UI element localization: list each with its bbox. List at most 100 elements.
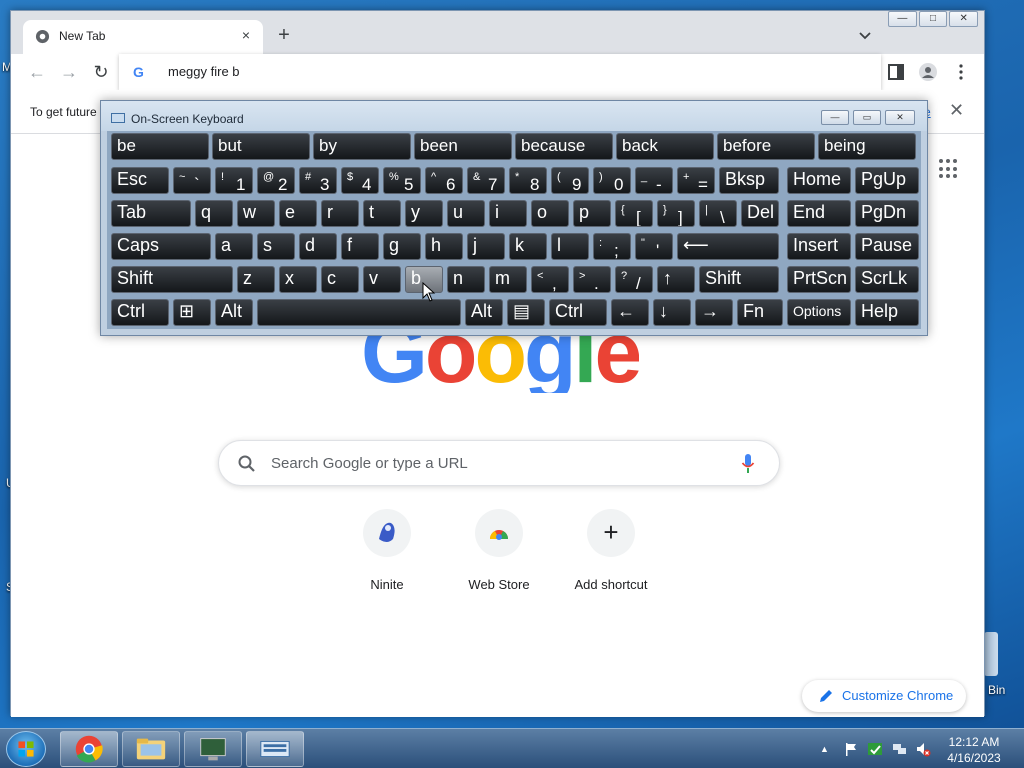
recycle-bin-icon[interactable] — [984, 632, 998, 676]
key-q[interactable]: q — [195, 200, 233, 227]
key-o[interactable]: o — [531, 200, 569, 227]
back-arrow-icon[interactable]: ← — [25, 61, 49, 83]
word-prediction-key[interactable]: but — [212, 133, 310, 160]
osk-titlebar[interactable]: On-Screen Keyboard — ▭ ✕ — [101, 101, 927, 131]
key-7[interactable]: & 7 — [467, 167, 505, 194]
key-options[interactable]: Options — [787, 299, 851, 326]
key-,[interactable]: <, — [531, 266, 569, 293]
key-m[interactable]: m — [489, 266, 527, 293]
key-s[interactable]: s — [257, 233, 295, 260]
start-button[interactable] — [6, 731, 46, 767]
key--[interactable]: _ - — [635, 167, 673, 194]
key-y[interactable]: y — [405, 200, 443, 227]
key-shift[interactable]: Shift — [699, 266, 779, 293]
word-prediction-key[interactable]: being — [818, 133, 916, 160]
backspace-arrow-key[interactable]: ⟵ — [677, 233, 779, 260]
windows-key[interactable]: ⊞ — [173, 299, 211, 326]
key-c[interactable]: c — [321, 266, 359, 293]
key-0[interactable]: ) 0 — [593, 167, 631, 194]
google-apps-icon[interactable] — [939, 159, 959, 179]
key-home[interactable]: Home — [787, 167, 851, 194]
key-r[interactable]: r — [321, 200, 359, 227]
omnibox[interactable]: G meggy fire b — [119, 54, 881, 90]
action-center-flag-icon[interactable] — [843, 741, 859, 757]
word-prediction-key[interactable]: because — [515, 133, 613, 160]
taskbar-explorer[interactable] — [122, 731, 180, 767]
side-panel-icon[interactable] — [887, 63, 905, 81]
key-scrlk[interactable]: ScrLk — [855, 266, 919, 293]
osk-restore-button[interactable]: ▭ — [853, 110, 881, 125]
spacebar-key[interactable] — [257, 299, 461, 326]
key-1[interactable]: ! 1 — [215, 167, 253, 194]
tab-new-tab[interactable]: New Tab × — [23, 20, 263, 54]
key-\[interactable]: | \ — [699, 200, 737, 227]
key-4[interactable]: $4 — [341, 167, 379, 194]
word-prediction-key[interactable]: be — [111, 133, 209, 160]
shortcut-web-store[interactable]: Web Store — [443, 509, 555, 592]
key-pgup[interactable]: PgUp — [855, 167, 919, 194]
maximize-button[interactable]: □ — [918, 11, 948, 27]
close-window-button[interactable]: ✕ — [949, 11, 979, 27]
key-8[interactable]: * 8 — [509, 167, 547, 194]
key-ctrl[interactable]: Ctrl — [549, 299, 607, 326]
key-h[interactable]: h — [425, 233, 463, 260]
menu-key[interactable]: ▤ — [507, 299, 545, 326]
word-prediction-key[interactable]: by — [313, 133, 411, 160]
recycle-bin-label[interactable]: Bin — [988, 683, 1005, 697]
new-tab-button[interactable]: + — [273, 25, 295, 47]
key-prtscn[interactable]: PrtScn — [787, 266, 851, 293]
left-arrow-key[interactable]: ← — [611, 299, 649, 326]
key-[[interactable]: {[ — [615, 200, 653, 227]
word-prediction-key[interactable]: back — [616, 133, 714, 160]
osk-minimize-button[interactable]: — — [821, 110, 849, 125]
key-/[interactable]: ? / — [615, 266, 653, 293]
network-icon[interactable] — [891, 741, 907, 757]
word-prediction-key[interactable]: before — [717, 133, 815, 160]
key-j[interactable]: j — [467, 233, 505, 260]
search-box[interactable]: Search Google or type a URL — [218, 440, 780, 486]
key-insert[interactable]: Insert — [787, 233, 851, 260]
key-l[interactable]: l — [551, 233, 589, 260]
key-i[interactable]: i — [489, 200, 527, 227]
key-e[interactable]: e — [279, 200, 317, 227]
down-arrow-key[interactable]: ↓ — [653, 299, 691, 326]
more-menu-icon[interactable] — [952, 63, 970, 81]
key-][interactable]: }] — [657, 200, 695, 227]
key-u[interactable]: u — [447, 200, 485, 227]
key-w[interactable]: w — [237, 200, 275, 227]
key-x[interactable]: x — [279, 266, 317, 293]
key-esc[interactable]: Esc — [111, 167, 169, 194]
omnibox-input[interactable]: meggy fire b — [168, 64, 240, 79]
taskbar-network-app[interactable] — [184, 731, 242, 767]
key-k[interactable]: k — [509, 233, 547, 260]
shortcut-ninite[interactable]: Ninite — [331, 509, 443, 592]
key-a[interactable]: a — [215, 233, 253, 260]
key-end[interactable]: End — [787, 200, 851, 227]
forward-arrow-icon[interactable]: → — [57, 61, 81, 83]
key-pgdn[interactable]: PgDn — [855, 200, 919, 227]
key-bksp[interactable]: Bksp — [719, 167, 779, 194]
key-`[interactable]: ~ ` — [173, 167, 211, 194]
key-.[interactable]: >. — [573, 266, 611, 293]
profile-avatar-icon[interactable] — [919, 63, 937, 81]
osk-close-button[interactable]: ✕ — [885, 110, 915, 125]
key-pause[interactable]: Pause — [855, 233, 919, 260]
key-d[interactable]: d — [299, 233, 337, 260]
key-del[interactable]: Del — [741, 200, 779, 227]
info-bar-close-icon[interactable]: ✕ — [949, 100, 964, 121]
key-9[interactable]: (9 — [551, 167, 589, 194]
volume-muted-icon[interactable] — [915, 741, 931, 757]
close-tab-icon[interactable]: × — [237, 26, 255, 44]
word-prediction-key[interactable]: been — [414, 133, 512, 160]
voice-search-mic-icon[interactable] — [741, 453, 755, 475]
key-n[interactable]: n — [447, 266, 485, 293]
taskbar-on-screen-keyboard[interactable] — [246, 731, 304, 767]
key-p[interactable]: p — [573, 200, 611, 227]
key-z[interactable]: z — [237, 266, 275, 293]
add-shortcut-button[interactable]: + Add shortcut — [555, 509, 667, 592]
key-f[interactable]: f — [341, 233, 379, 260]
right-arrow-key[interactable]: → — [695, 299, 733, 326]
search-input[interactable]: Search Google or type a URL — [271, 455, 468, 472]
key-'[interactable]: " ' — [635, 233, 673, 260]
key-2[interactable]: @2 — [257, 167, 295, 194]
